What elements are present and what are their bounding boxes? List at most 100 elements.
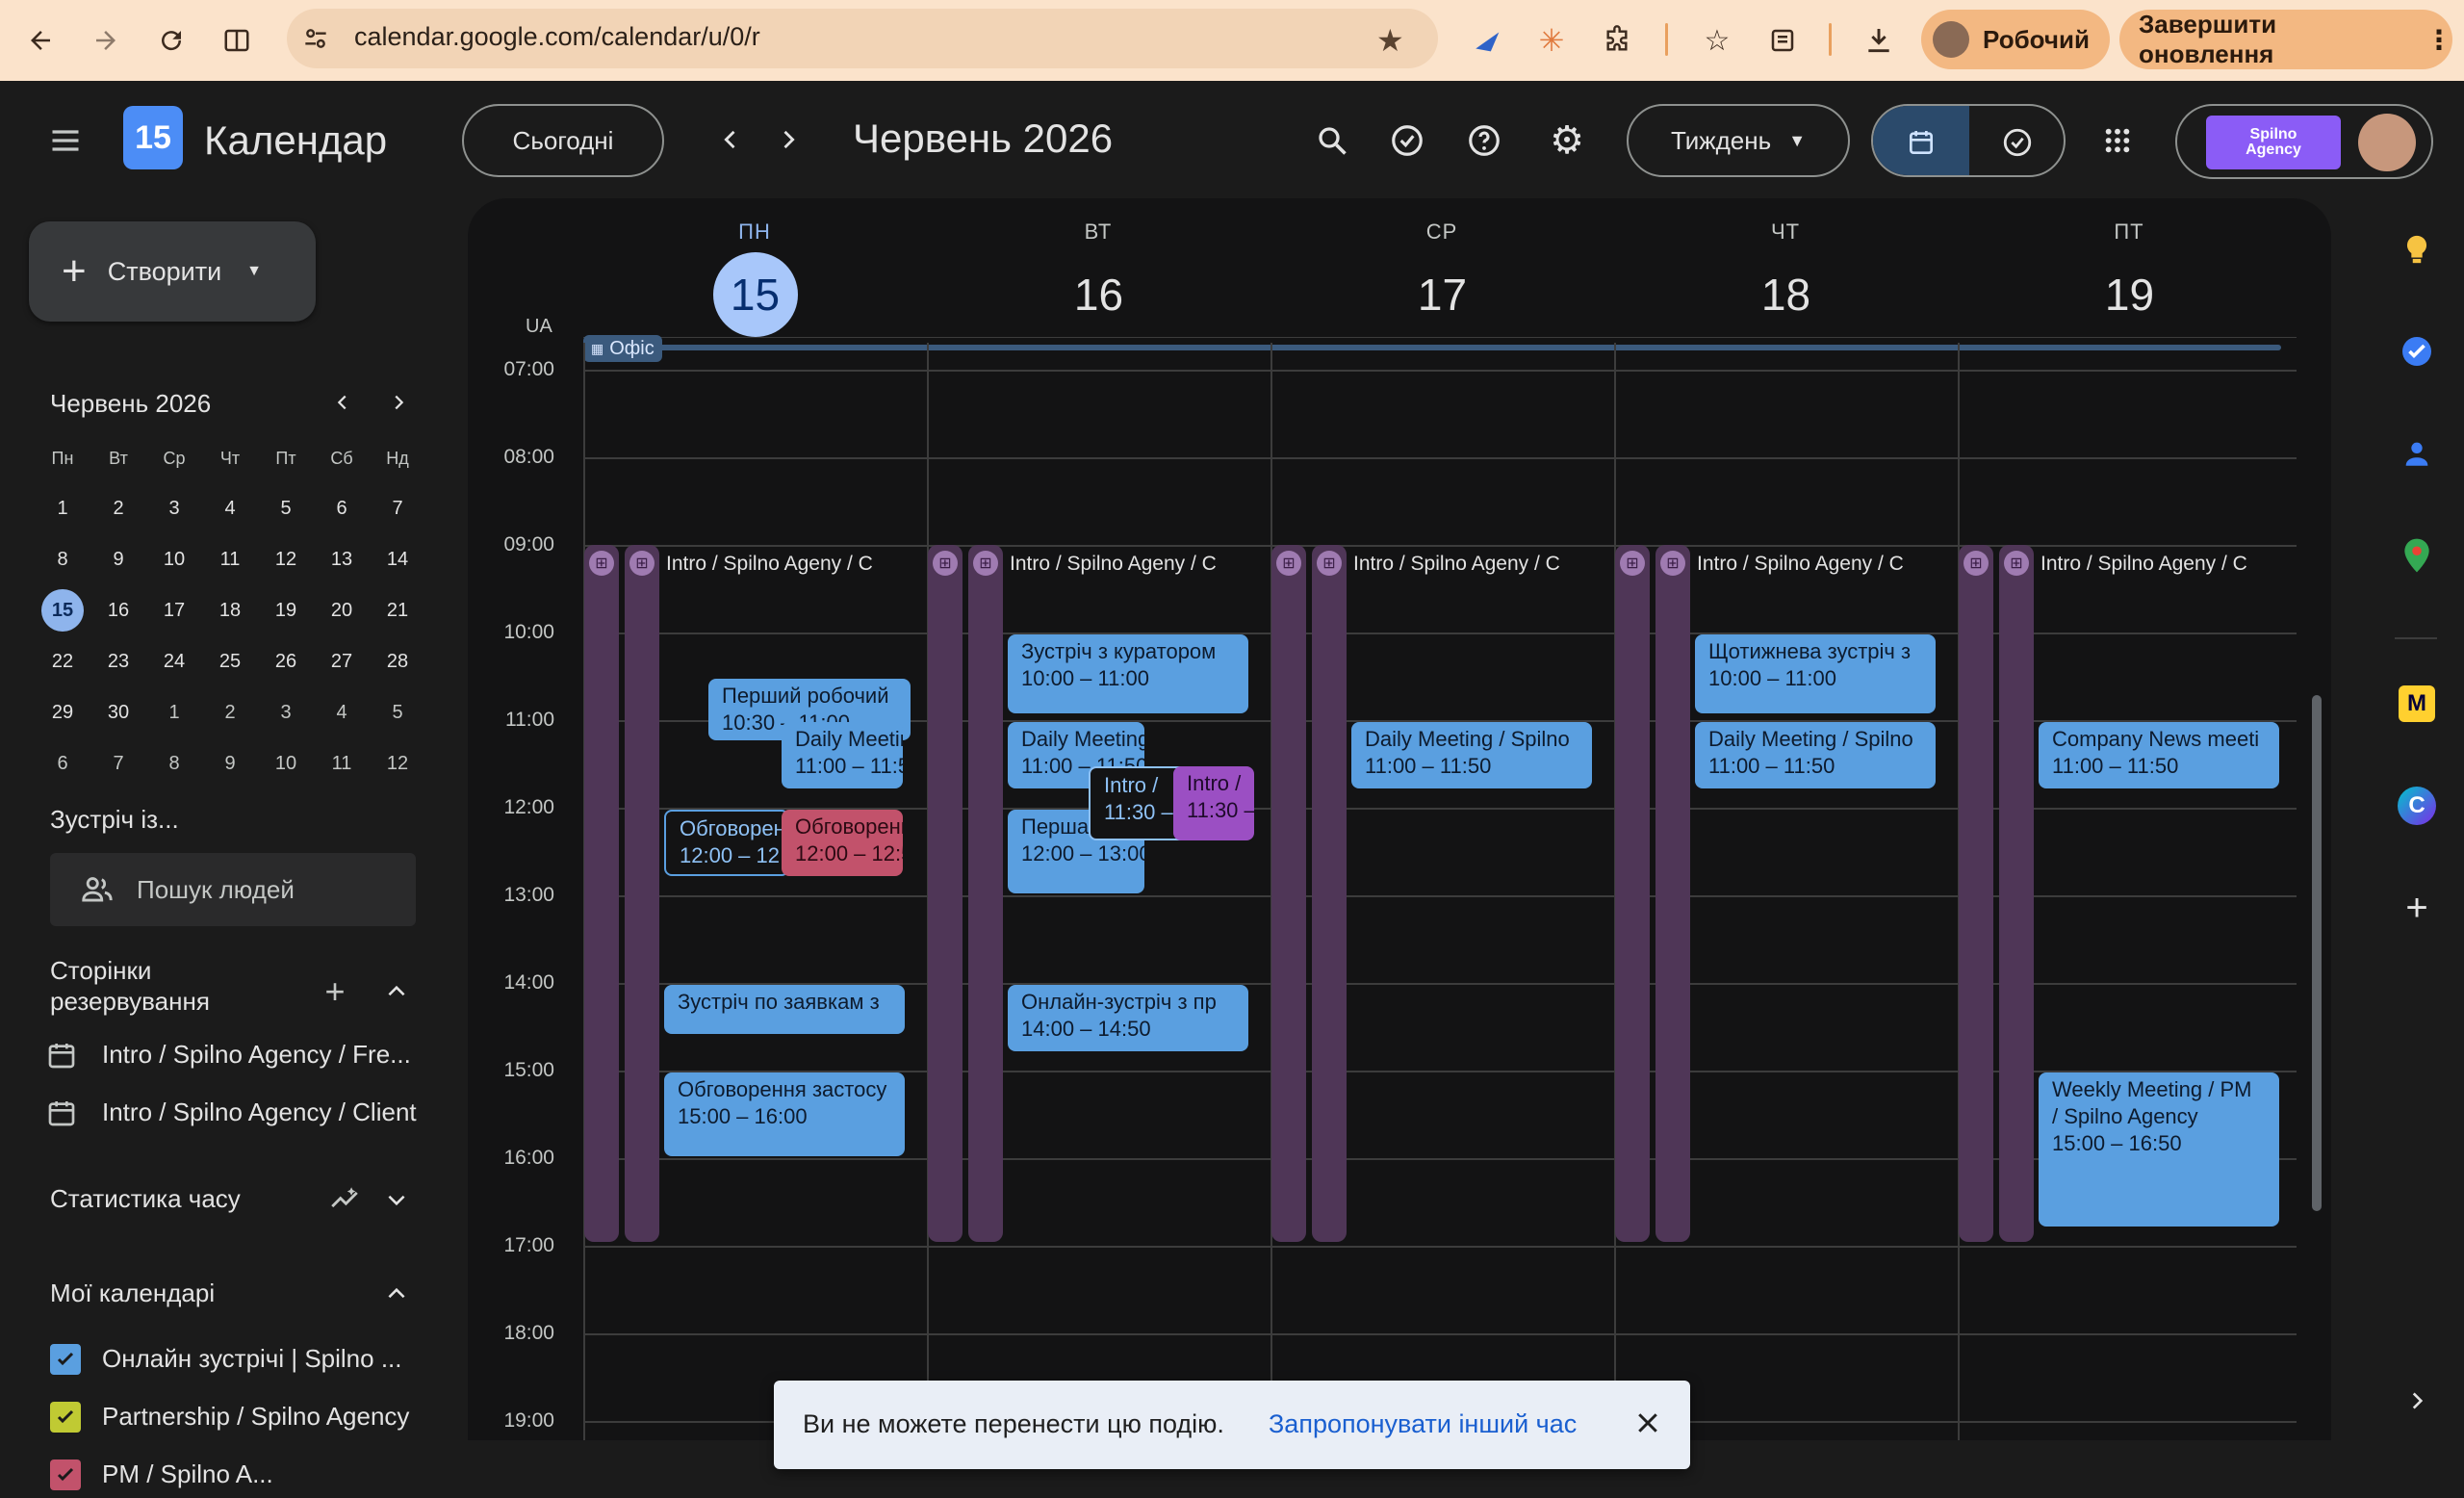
- mini-day[interactable]: 10: [258, 738, 314, 788]
- add-addon-icon[interactable]: +: [2393, 884, 2441, 932]
- calendar-event[interactable]: Daily Meeting / Spilno 11:00 – 11:50: [1695, 722, 1936, 788]
- reload-icon[interactable]: [144, 13, 198, 67]
- day-number[interactable]: 16: [1057, 252, 1142, 337]
- view-switcher-button[interactable]: Тиждень ▼: [1627, 104, 1850, 177]
- intro-block-title[interactable]: Intro / Spilno Ageny / C: [2040, 553, 2292, 576]
- intro-booking-block[interactable]: [1271, 545, 1306, 1242]
- intro-booking-block[interactable]: [1999, 545, 2034, 1242]
- calendar-event[interactable]: Обговорення застосу 15:00 – 16:00: [664, 1072, 905, 1156]
- intro-block-title[interactable]: Intro / Spilno Ageny / C: [1353, 553, 1604, 576]
- calendar-event[interactable]: Daily Meeting 11:00 – 11:50: [782, 722, 903, 788]
- mini-day[interactable]: 6: [314, 483, 370, 533]
- back-icon[interactable]: [13, 13, 67, 67]
- mini-day[interactable]: 30: [90, 687, 146, 737]
- intro-booking-block[interactable]: [1312, 545, 1347, 1242]
- time-stats-title[interactable]: Статистика часу: [50, 1184, 241, 1214]
- calendar-item[interactable]: PM / Spilno A...: [50, 1452, 454, 1498]
- mini-day[interactable]: 4: [314, 687, 370, 737]
- forward-icon[interactable]: [79, 13, 133, 67]
- booking-page-item[interactable]: Intro / Spilno Agency / Fre...: [46, 1034, 450, 1080]
- mini-day[interactable]: 2: [90, 483, 146, 533]
- calendar-event[interactable]: Зустріч по заявкам з: [664, 985, 905, 1034]
- profile-button[interactable]: Робочий: [1921, 10, 2110, 69]
- download-icon[interactable]: [1852, 13, 1906, 67]
- mini-day[interactable]: 11: [314, 738, 370, 788]
- intro-booking-block[interactable]: [1656, 545, 1690, 1242]
- mini-day[interactable]: 24: [146, 636, 202, 686]
- office-location-bar[interactable]: [583, 345, 2281, 350]
- collapse-up-icon[interactable]: [375, 970, 418, 1013]
- day-number[interactable]: 15: [712, 252, 798, 337]
- account-chip[interactable]: Spilno Agency: [2175, 104, 2433, 179]
- finish-update-button[interactable]: Завершити оновлення ⋮: [2119, 10, 2452, 69]
- today-button[interactable]: Сьогодні: [462, 104, 664, 177]
- mini-day[interactable]: 17: [146, 585, 202, 635]
- mini-day[interactable]: 9: [202, 738, 258, 788]
- suggest-time-link[interactable]: Запропонувати інший час: [1269, 1409, 1577, 1439]
- mini-day[interactable]: 20: [314, 585, 370, 635]
- prev-week-icon[interactable]: [706, 116, 755, 164]
- search-icon[interactable]: [1307, 116, 1357, 166]
- help-icon[interactable]: [1459, 116, 1509, 166]
- mini-day[interactable]: 7: [90, 738, 146, 788]
- mini-day[interactable]: 25: [202, 636, 258, 686]
- mini-day[interactable]: 10: [146, 534, 202, 584]
- calendar-event[interactable]: Company News meeti 11:00 – 11:50: [2039, 722, 2279, 788]
- mini-day[interactable]: 29: [35, 687, 90, 737]
- expand-down-icon[interactable]: [375, 1178, 418, 1221]
- intro-block-title[interactable]: Intro / Spilno Ageny / C: [1010, 553, 1261, 576]
- intro-booking-block[interactable]: [928, 545, 962, 1242]
- split-view-icon[interactable]: [210, 13, 264, 67]
- booking-page-item[interactable]: Intro / Spilno Agency / Client: [46, 1092, 450, 1138]
- mini-day[interactable]: 12: [258, 534, 314, 584]
- mini-next-icon[interactable]: [381, 383, 416, 422]
- day-number[interactable]: 17: [1400, 252, 1485, 337]
- calendar-event[interactable]: Intro /11:30 –: [1173, 765, 1254, 841]
- calendar-event[interactable]: Weekly Meeting / PM / Spilno Agency 15:00 …: [2039, 1072, 2279, 1227]
- intro-booking-block[interactable]: [1959, 545, 1993, 1242]
- calendar-event[interactable]: Щотижнева зустріч з 10:00 – 11:00: [1695, 634, 1936, 714]
- mini-day[interactable]: 14: [370, 534, 425, 584]
- calendar-event[interactable]: Обговорення12:00 – 12:50: [782, 810, 903, 876]
- canva-icon[interactable]: C: [2393, 782, 2441, 830]
- mini-prev-icon[interactable]: [325, 383, 360, 422]
- mini-day[interactable]: 15: [35, 585, 90, 635]
- mini-day[interactable]: 13: [314, 534, 370, 584]
- address-bar[interactable]: calendar.google.com/calendar/u/0/r ★: [287, 9, 1438, 68]
- mini-day[interactable]: 2: [202, 687, 258, 737]
- calendar-event[interactable]: Онлайн-зустріч з пр 14:00 – 14:50: [1008, 985, 1248, 1051]
- mini-day[interactable]: 5: [370, 687, 425, 737]
- main-menu-icon[interactable]: [38, 114, 92, 168]
- intro-block-title[interactable]: Intro / Spilno Ageny / C: [666, 553, 917, 576]
- my-calendars-title[interactable]: Мої календарі: [50, 1278, 215, 1308]
- contacts-icon[interactable]: [2393, 429, 2441, 478]
- intro-booking-block[interactable]: [584, 545, 619, 1242]
- site-info-icon[interactable]: [300, 23, 331, 54]
- calendar-item[interactable]: Partnership / Spilno Agency: [50, 1394, 454, 1440]
- office-label-chip[interactable]: ▦ Офіс: [583, 335, 662, 362]
- mini-day[interactable]: 8: [146, 738, 202, 788]
- mini-day[interactable]: 4: [202, 483, 258, 533]
- calendar-checkbox[interactable]: [50, 1402, 81, 1433]
- settings-gear-icon[interactable]: ⚙: [1542, 116, 1592, 166]
- intro-block-title[interactable]: Intro / Spilno Ageny / C: [1697, 553, 1948, 576]
- extension-arrow-icon[interactable]: [1461, 13, 1515, 67]
- mini-day[interactable]: 23: [90, 636, 146, 686]
- mini-day[interactable]: 18: [202, 585, 258, 635]
- intro-booking-block[interactable]: [968, 545, 1003, 1242]
- mini-day[interactable]: 1: [146, 687, 202, 737]
- intro-booking-block[interactable]: [1615, 545, 1650, 1242]
- calendar-logo[interactable]: 15: [123, 106, 183, 169]
- miro-icon[interactable]: M: [2393, 680, 2441, 728]
- tasks-mode-icon[interactable]: [1969, 106, 2064, 175]
- mini-day[interactable]: 26: [258, 636, 314, 686]
- extension-spark-icon[interactable]: ✳: [1525, 13, 1578, 67]
- bookmark-star-icon[interactable]: ★: [1376, 22, 1404, 59]
- favorites-icon[interactable]: ☆: [1690, 13, 1744, 67]
- close-icon[interactable]: [1625, 1400, 1671, 1446]
- mini-day[interactable]: 21: [370, 585, 425, 635]
- calendar-checkbox[interactable]: [50, 1344, 81, 1375]
- mini-day[interactable]: 27: [314, 636, 370, 686]
- mini-day[interactable]: 28: [370, 636, 425, 686]
- calendar-item[interactable]: Онлайн зустрічі | Spilno ...: [50, 1336, 454, 1382]
